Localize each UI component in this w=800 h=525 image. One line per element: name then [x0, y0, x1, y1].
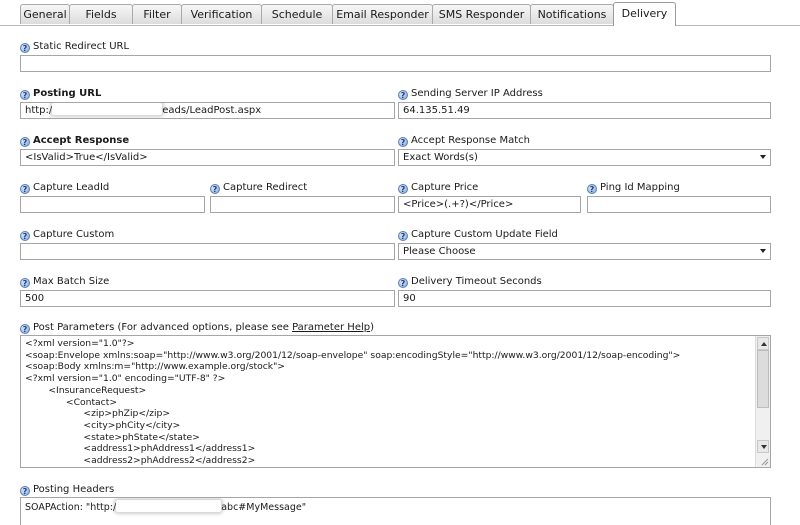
sending-ip-input[interactable]: 64.135.51.49 — [398, 102, 771, 119]
post-params-textarea[interactable]: <?xml version="1.0"?> <soap:Envelope xml… — [20, 335, 771, 468]
capture-custom-update-select[interactable]: Please Choose — [398, 243, 771, 260]
vertical-scrollbar[interactable] — [755, 336, 770, 467]
help-icon[interactable]: ? — [20, 324, 30, 334]
static-redirect-label: ? Static Redirect URL — [20, 40, 129, 54]
posting-url-label: ? Posting URL — [20, 87, 101, 101]
capture-custom-update-label: ? Capture Custom Update Field — [398, 228, 558, 242]
arrow-down-icon — [761, 445, 767, 449]
resize-grip-icon[interactable] — [759, 456, 769, 466]
help-icon[interactable]: ? — [20, 231, 30, 241]
tab-fields[interactable]: Fields — [69, 4, 133, 24]
help-icon[interactable]: ? — [20, 184, 30, 194]
capture-price-label: ? Capture Price — [398, 181, 478, 195]
chevron-down-icon — [760, 155, 766, 159]
scroll-thumb[interactable] — [757, 350, 769, 408]
post-params-text: <?xml version="1.0"?> <soap:Envelope xml… — [25, 338, 681, 467]
capture-custom-input[interactable] — [20, 243, 395, 260]
accept-response-label: ? Accept Response — [20, 134, 129, 148]
capture-custom-label: ? Capture Custom — [20, 228, 114, 242]
parameter-help-link[interactable]: Parameter Help — [292, 322, 370, 333]
tab-delivery[interactable]: Delivery — [613, 2, 676, 26]
capture-price-input[interactable]: <Price>(.+?)</Price> — [398, 196, 581, 213]
help-icon[interactable]: ? — [398, 90, 408, 100]
delivery-timeout-input[interactable]: 90 — [398, 290, 771, 307]
capture-custom-update-value: Please Choose — [403, 246, 476, 257]
tab-bar: General Fields Filter Verification Sched… — [0, 0, 800, 26]
tab-filter[interactable]: Filter — [132, 4, 182, 24]
tab-schedule[interactable]: Schedule — [261, 4, 333, 24]
posting-headers-textarea[interactable]: SOAPAction: "http:/abc#MyMessage" — [20, 497, 771, 525]
help-icon[interactable]: ? — [398, 184, 408, 194]
max-batch-label: ? Max Batch Size — [20, 275, 109, 289]
capture-leadid-input[interactable] — [20, 196, 205, 213]
help-icon[interactable]: ? — [398, 231, 408, 241]
tab-general[interactable]: General — [20, 4, 70, 24]
help-icon[interactable]: ? — [398, 278, 408, 288]
ping-id-input[interactable] — [587, 196, 771, 213]
capture-leadid-label: ? Capture LeadId — [20, 181, 109, 195]
arrow-up-icon — [761, 342, 767, 346]
tab-email-responder[interactable]: Email Responder — [332, 4, 433, 24]
capture-redirect-label: ? Capture Redirect — [210, 181, 307, 195]
help-icon[interactable]: ? — [398, 137, 408, 147]
help-icon[interactable]: ? — [587, 184, 597, 194]
posting-headers-label: ? Posting Headers — [20, 483, 114, 497]
help-icon[interactable]: ? — [20, 137, 30, 147]
sending-ip-label: ? Sending Server IP Address — [398, 87, 543, 101]
accept-match-value: Exact Words(s) — [403, 152, 478, 163]
max-batch-input[interactable]: 500 — [20, 290, 395, 307]
tab-notifications[interactable]: Notifications — [530, 4, 614, 24]
tab-sms-responder[interactable]: SMS Responder — [432, 4, 531, 24]
help-icon[interactable]: ? — [20, 486, 30, 496]
posting-url-text-start: http:/ — [25, 105, 53, 116]
help-icon[interactable]: ? — [20, 278, 30, 288]
chevron-down-icon — [760, 249, 766, 253]
help-icon[interactable]: ? — [210, 184, 220, 194]
help-icon[interactable]: ? — [20, 43, 30, 53]
static-redirect-input[interactable] — [20, 55, 771, 72]
post-params-label: ? Post Parameters (For advanced options, … — [20, 321, 374, 335]
posting-headers-text: SOAPAction: "http:/abc#MyMessage" — [25, 500, 307, 513]
capture-redirect-input[interactable] — [210, 196, 395, 213]
posting-url-text-end: eads/LeadPost.aspx — [162, 105, 262, 116]
help-icon[interactable]: ? — [20, 90, 30, 100]
scroll-up-button[interactable] — [757, 337, 769, 350]
ping-id-label: ? Ping Id Mapping — [587, 181, 680, 195]
accept-match-select[interactable]: Exact Words(s) — [398, 149, 771, 166]
delivery-timeout-label: ? Delivery Timeout Seconds — [398, 275, 542, 289]
posting-url-input[interactable]: http:/ eads/LeadPost.aspx — [20, 102, 395, 119]
accept-match-label: ? Accept Response Match — [398, 134, 530, 148]
tab-verification[interactable]: Verification — [181, 4, 262, 24]
scroll-down-button[interactable] — [757, 440, 769, 453]
accept-response-input[interactable]: <IsValid>True</IsValid> — [20, 149, 395, 166]
redacted-block — [52, 103, 163, 115]
redacted-block — [116, 500, 222, 512]
